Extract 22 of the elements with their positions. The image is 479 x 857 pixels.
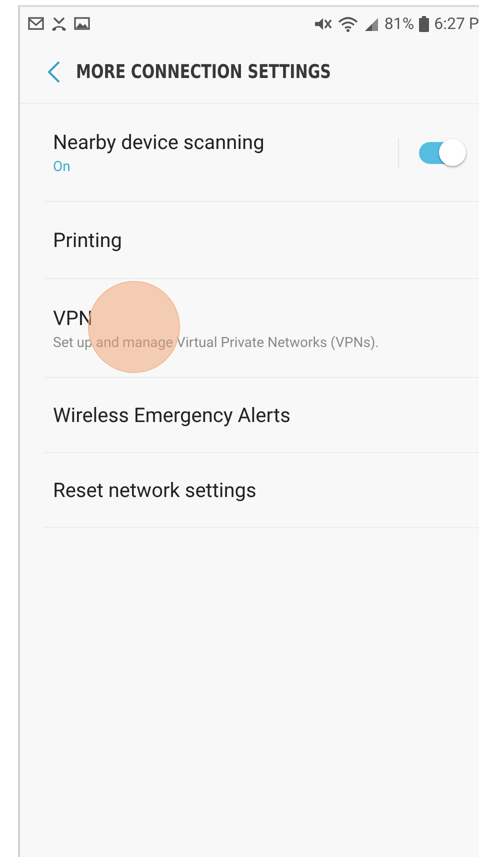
clock: 6:27 P	[434, 14, 479, 33]
item-title: Reset network settings	[53, 478, 258, 502]
screen-title: MORE CONNECTION SETTINGS	[76, 60, 332, 82]
item-title: Printing	[53, 228, 123, 252]
settings-item[interactable]: Reset network settings	[43, 453, 479, 528]
battery-icon	[419, 16, 430, 32]
settings-item[interactable]: Printing	[43, 202, 479, 279]
wifi-icon	[338, 16, 358, 32]
settings-item[interactable]: Wireless Emergency Alerts	[43, 378, 479, 453]
mute-icon	[313, 16, 334, 32]
item-title: Nearby device scanning	[53, 130, 266, 154]
signal-icon	[363, 16, 380, 32]
toggle-switch[interactable]	[417, 138, 467, 166]
battery-level: 81%	[384, 14, 414, 33]
settings-item[interactable]: Nearby device scanning On	[43, 104, 479, 202]
image-icon	[74, 17, 90, 30]
mail-icon	[28, 17, 44, 30]
item-summary: On	[53, 159, 72, 175]
item-title: VPN	[53, 306, 94, 330]
missed-call-icon	[51, 16, 67, 30]
item-title: Wireless Emergency Alerts	[53, 403, 292, 427]
back-button[interactable]	[48, 60, 60, 82]
